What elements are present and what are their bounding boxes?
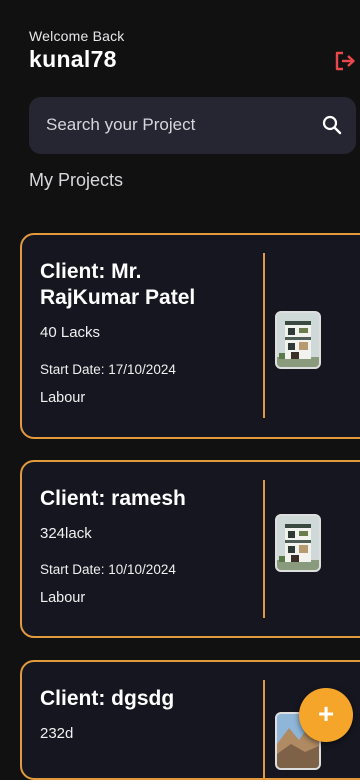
- client-name: Client: dgsdg: [40, 687, 175, 710]
- project-budget: 232d: [40, 725, 74, 742]
- header: Welcome Back kunal78: [29, 28, 125, 73]
- add-project-button[interactable]: +: [299, 688, 353, 742]
- project-role: Labour: [40, 590, 86, 606]
- logout-icon[interactable]: [334, 51, 356, 71]
- section-title: My Projects: [29, 170, 124, 190]
- house-image: [275, 311, 321, 369]
- client-name: Client: Mr. RajKumar Patel: [40, 260, 196, 309]
- project-card[interactable]: Client: Mr. RajKumar Patel 40 Lacks Star…: [20, 233, 360, 439]
- house-image: [275, 514, 321, 572]
- welcome-text: Welcome Back: [29, 28, 125, 44]
- project-role: Labour: [40, 390, 86, 406]
- card-divider: [263, 480, 265, 618]
- project-start-date: Start Date: 10/10/2024: [40, 562, 176, 577]
- project-budget: 40 Lacks: [40, 324, 101, 341]
- search-bar[interactable]: Search your Project: [29, 97, 356, 154]
- client-name: Client: ramesh: [40, 487, 186, 510]
- username: kunal78: [29, 46, 117, 72]
- card-divider: [263, 253, 265, 418]
- search-icon[interactable]: [322, 115, 342, 135]
- project-start-date: Start Date: 17/10/2024: [40, 362, 176, 377]
- project-card[interactable]: Client: ramesh 324lack Start Date: 10/10…: [20, 460, 360, 638]
- search-input[interactable]: Search your Project: [46, 115, 195, 135]
- card-divider: [263, 680, 265, 780]
- plus-icon: +: [317, 698, 335, 729]
- project-budget: 324lack: [40, 525, 92, 542]
